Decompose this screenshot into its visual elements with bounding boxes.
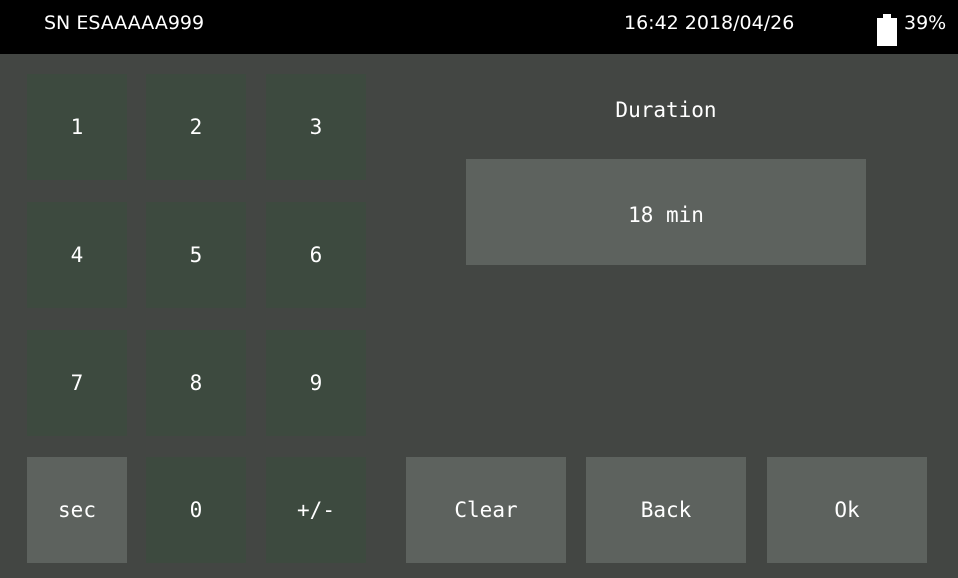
key-7[interactable]: 7 xyxy=(27,330,127,436)
key-9[interactable]: 9 xyxy=(266,330,366,436)
back-button[interactable]: Back xyxy=(586,457,746,563)
clear-button[interactable]: Clear xyxy=(406,457,566,563)
ok-button[interactable]: Ok xyxy=(767,457,927,563)
key-0[interactable]: 0 xyxy=(146,457,246,563)
sign-toggle-button[interactable]: +/- xyxy=(266,457,366,563)
key-4[interactable]: 4 xyxy=(27,202,127,308)
unit-sec-button[interactable]: sec xyxy=(27,457,127,563)
key-6[interactable]: 6 xyxy=(266,202,366,308)
battery-icon xyxy=(877,14,897,46)
battery-percentage: 39% xyxy=(904,12,947,34)
status-bar: SN ESAAAAA999 16:42 2018/04/26 39% xyxy=(0,0,958,54)
key-1[interactable]: 1 xyxy=(27,74,127,180)
key-2[interactable]: 2 xyxy=(146,74,246,180)
duration-entry-screen: SN ESAAAAA999 16:42 2018/04/26 39% 1 2 3… xyxy=(0,0,958,578)
date-time: 16:42 2018/04/26 xyxy=(624,12,795,34)
key-3[interactable]: 3 xyxy=(266,74,366,180)
key-5[interactable]: 5 xyxy=(146,202,246,308)
duration-value: 18 min xyxy=(628,203,704,227)
key-8[interactable]: 8 xyxy=(146,330,246,436)
duration-value-field[interactable]: 18 min xyxy=(466,159,866,265)
serial-number: SN ESAAAAA999 xyxy=(44,12,205,34)
field-title: Duration xyxy=(615,98,717,122)
